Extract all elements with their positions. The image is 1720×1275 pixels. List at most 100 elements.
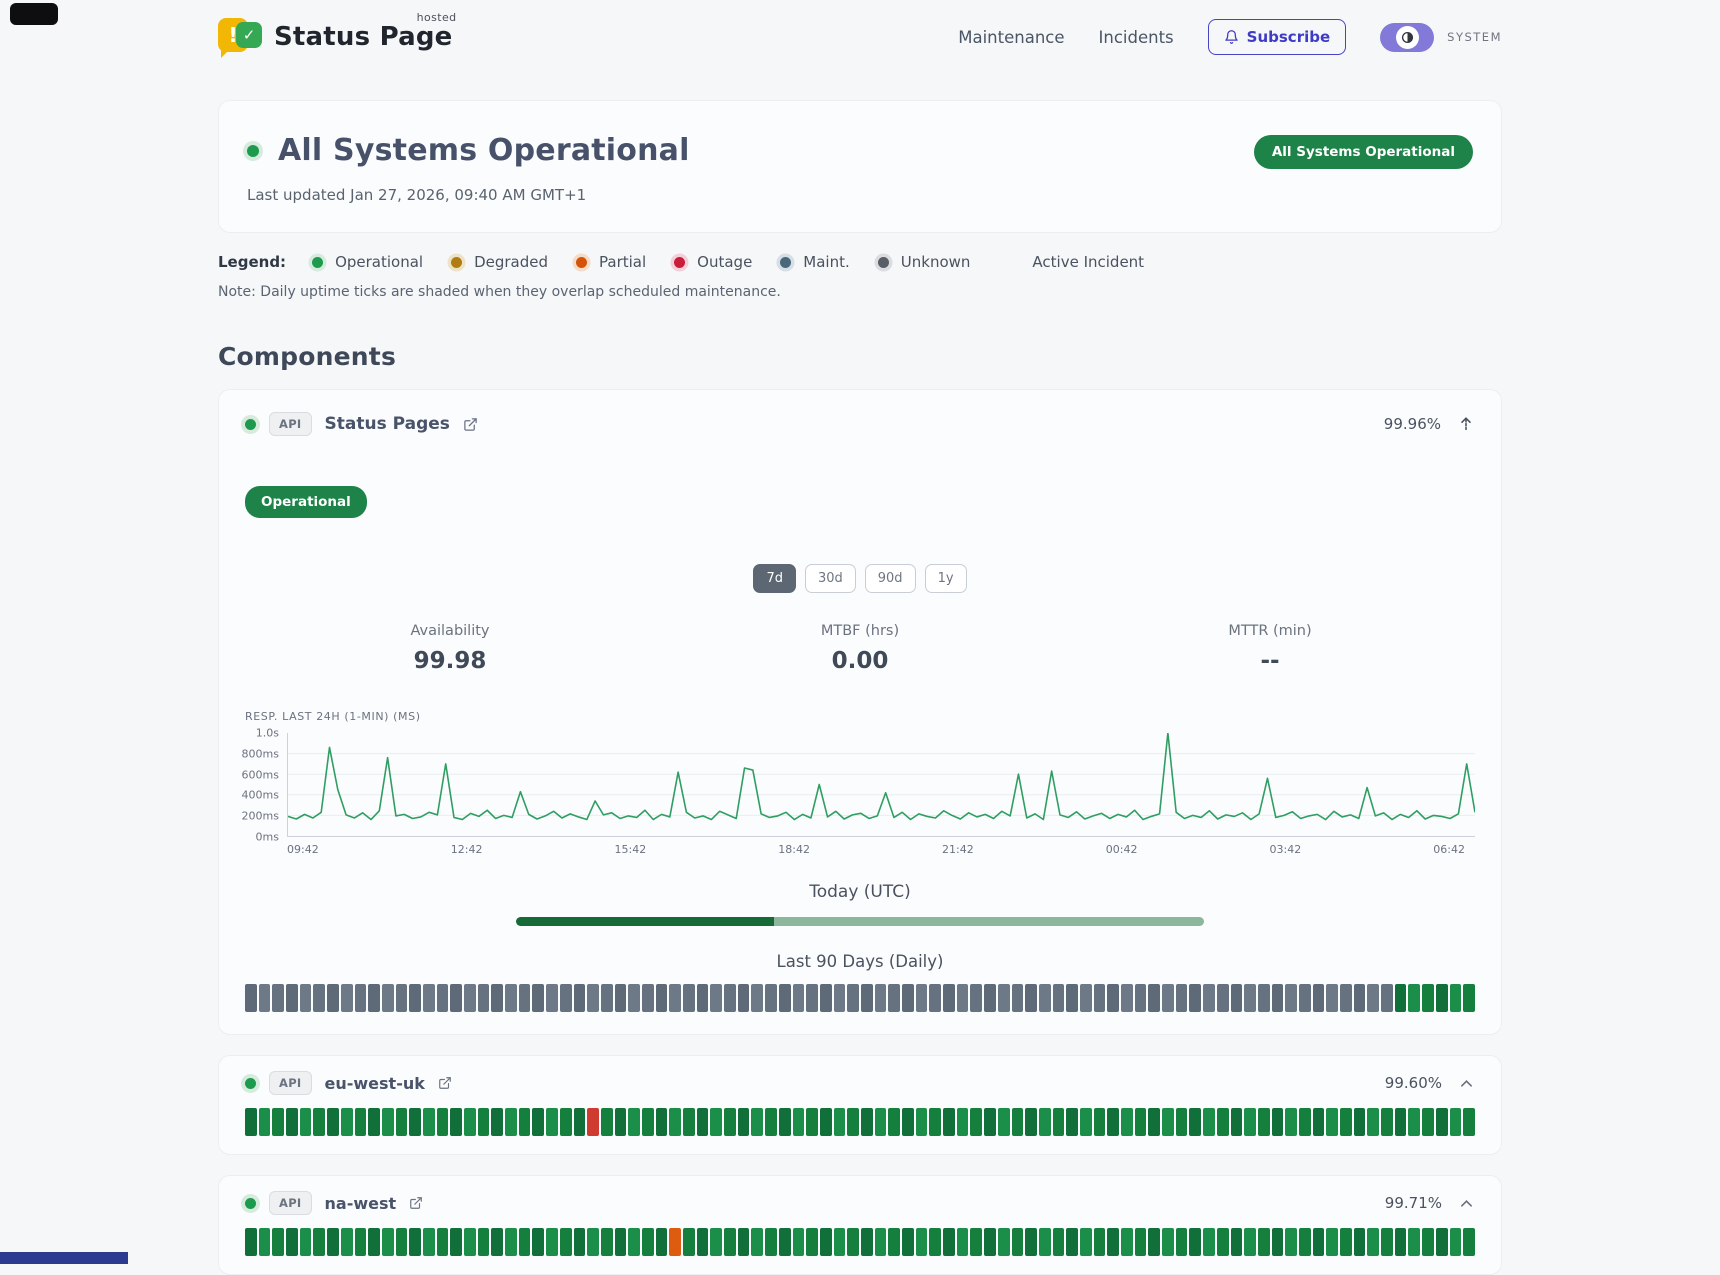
uptime-tick-operational[interactable]: [574, 1108, 586, 1136]
uptime-tick-operational[interactable]: [642, 1108, 654, 1136]
uptime-tick-operational[interactable]: [437, 1108, 449, 1136]
external-link-icon[interactable]: [409, 1196, 423, 1210]
uptime-tick-operational[interactable]: [697, 1228, 709, 1256]
uptime-tick-unknown[interactable]: [1012, 984, 1024, 1012]
uptime-tick-operational[interactable]: [1135, 1108, 1147, 1136]
uptime-tick-unknown[interactable]: [970, 984, 982, 1012]
uptime-tick-operational[interactable]: [1285, 1228, 1297, 1256]
uptime-tick-unknown[interactable]: [1285, 984, 1297, 1012]
uptime-tick-operational[interactable]: [847, 1108, 859, 1136]
uptime-tick-operational[interactable]: [1381, 1108, 1393, 1136]
uptime-tick-operational[interactable]: [1094, 1108, 1106, 1136]
uptime-tick-operational[interactable]: [396, 1228, 408, 1256]
range-button-7d[interactable]: 7d: [753, 564, 796, 593]
uptime-tick-operational[interactable]: [765, 1228, 777, 1256]
uptime-tick-operational[interactable]: [259, 1228, 271, 1256]
uptime-tick-operational[interactable]: [355, 1108, 367, 1136]
uptime-tick-unknown[interactable]: [1162, 984, 1174, 1012]
uptime-tick-unknown[interactable]: [916, 984, 928, 1012]
uptime-tick-operational[interactable]: [1408, 1228, 1420, 1256]
uptime-tick-operational[interactable]: [1340, 1228, 1352, 1256]
uptime-tick-operational[interactable]: [450, 1228, 462, 1256]
uptime-tick-operational[interactable]: [601, 1228, 613, 1256]
uptime-tick-operational[interactable]: [587, 1228, 599, 1256]
uptime-tick-operational[interactable]: [998, 1228, 1010, 1256]
nav-incidents[interactable]: Incidents: [1099, 28, 1174, 47]
uptime-tick-operational[interactable]: [738, 1108, 750, 1136]
uptime-tick-operational[interactable]: [1313, 1108, 1325, 1136]
uptime-tick-unknown[interactable]: [1326, 984, 1338, 1012]
uptime-tick-unknown[interactable]: [1367, 984, 1379, 1012]
uptime-tick-operational[interactable]: [1244, 1228, 1256, 1256]
uptime-tick-operational[interactable]: [245, 1228, 257, 1256]
uptime-tick-unknown[interactable]: [793, 984, 805, 1012]
uptime-tick-operational[interactable]: [355, 1228, 367, 1256]
uptime-tick-operational[interactable]: [1272, 1108, 1284, 1136]
uptime-tick-operational[interactable]: [1135, 1228, 1147, 1256]
uptime-tick-operational[interactable]: [1148, 1228, 1160, 1256]
uptime-tick-unknown[interactable]: [806, 984, 818, 1012]
uptime-tick-operational[interactable]: [683, 1108, 695, 1136]
uptime-tick-operational[interactable]: [1436, 1108, 1448, 1136]
uptime-tick-operational[interactable]: [491, 1108, 503, 1136]
uptime-tick-operational[interactable]: [450, 1108, 462, 1136]
uptime-tick-unknown[interactable]: [313, 984, 325, 1012]
uptime-tick-unknown[interactable]: [1299, 984, 1311, 1012]
uptime-tick-operational[interactable]: [396, 1108, 408, 1136]
uptime-tick-operational[interactable]: [861, 1228, 873, 1256]
uptime-tick-unknown[interactable]: [998, 984, 1010, 1012]
uptime-tick-unknown[interactable]: [1258, 984, 1270, 1012]
uptime-tick-unknown[interactable]: [656, 984, 668, 1012]
uptime-tick-operational[interactable]: [1422, 984, 1434, 1012]
uptime-tick-operational[interactable]: [806, 1108, 818, 1136]
uptime-tick-operational[interactable]: [1450, 1228, 1462, 1256]
uptime-tick-operational[interactable]: [1162, 1228, 1174, 1256]
uptime-tick-unknown[interactable]: [779, 984, 791, 1012]
uptime-tick-operational[interactable]: [875, 1228, 887, 1256]
uptime-tick-operational[interactable]: [1080, 1228, 1092, 1256]
uptime-tick-operational[interactable]: [751, 1228, 763, 1256]
uptime-tick-operational[interactable]: [902, 1108, 914, 1136]
uptime-tick-operational[interactable]: [519, 1228, 531, 1256]
uptime-tick-operational[interactable]: [806, 1228, 818, 1256]
uptime-tick-operational[interactable]: [1463, 1228, 1475, 1256]
uptime-tick-operational[interactable]: [779, 1108, 791, 1136]
uptime-tick-unknown[interactable]: [355, 984, 367, 1012]
uptime-tick-unknown[interactable]: [1135, 984, 1147, 1012]
uptime-tick-operational[interactable]: [574, 1228, 586, 1256]
uptime-tick-operational[interactable]: [341, 1108, 353, 1136]
uptime-tick-operational[interactable]: [1121, 1108, 1133, 1136]
uptime-tick-unknown[interactable]: [532, 984, 544, 1012]
uptime-tick-operational[interactable]: [628, 1108, 640, 1136]
uptime-tick-operational[interactable]: [847, 1228, 859, 1256]
uptime-tick-operational[interactable]: [710, 1108, 722, 1136]
uptime-tick-unknown[interactable]: [902, 984, 914, 1012]
uptime-tick-operational[interactable]: [560, 1228, 572, 1256]
uptime-tick-operational[interactable]: [313, 1228, 325, 1256]
uptime-tick-unknown[interactable]: [450, 984, 462, 1012]
uptime-tick-unknown[interactable]: [765, 984, 777, 1012]
uptime-tick-unknown[interactable]: [751, 984, 763, 1012]
uptime-tick-operational[interactable]: [478, 1228, 490, 1256]
uptime-tick-unknown[interactable]: [1121, 984, 1133, 1012]
uptime-tick-operational[interactable]: [313, 1108, 325, 1136]
uptime-tick-operational[interactable]: [1107, 1108, 1119, 1136]
uptime-tick-operational[interactable]: [875, 1108, 887, 1136]
uptime-tick-operational[interactable]: [1367, 1108, 1379, 1136]
uptime-tick-operational[interactable]: [998, 1108, 1010, 1136]
uptime-tick-unknown[interactable]: [957, 984, 969, 1012]
uptime-tick-unknown[interactable]: [875, 984, 887, 1012]
uptime-tick-operational[interactable]: [1025, 1228, 1037, 1256]
uptime-tick-operational[interactable]: [1080, 1108, 1092, 1136]
uptime-tick-operational[interactable]: [765, 1108, 777, 1136]
uptime-tick-operational[interactable]: [1354, 1108, 1366, 1136]
uptime-tick-operational[interactable]: [1053, 1108, 1065, 1136]
uptime-tick-operational[interactable]: [601, 1108, 613, 1136]
uptime-tick-operational[interactable]: [710, 1228, 722, 1256]
uptime-tick-unknown[interactable]: [1080, 984, 1092, 1012]
uptime-tick-unknown[interactable]: [1272, 984, 1284, 1012]
uptime-tick-operational[interactable]: [1395, 984, 1407, 1012]
chart-plot-area[interactable]: [287, 733, 1475, 837]
uptime-tick-unknown[interactable]: [724, 984, 736, 1012]
uptime-tick-operational[interactable]: [970, 1228, 982, 1256]
